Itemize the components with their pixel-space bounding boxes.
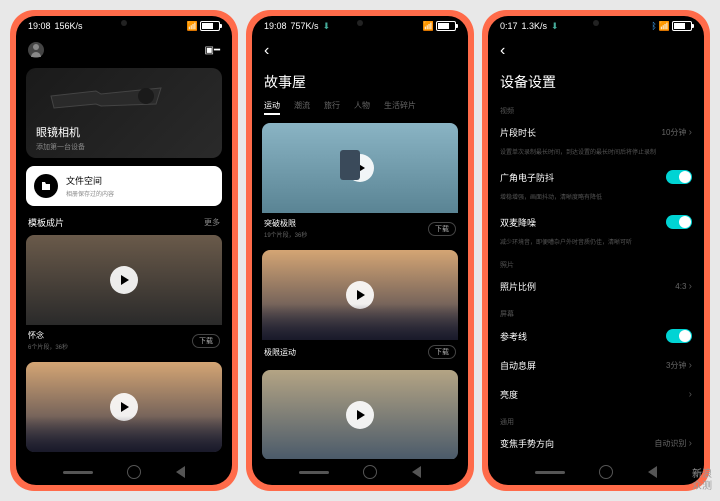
phone-2: 19:08 757K/s ⬇ 📶 ‹ 故事屋 运动 潮流 旅行 人物 生活碎片 突破… (246, 10, 474, 491)
toggle-on[interactable] (666, 170, 692, 184)
status-speed: 1.3K/s (522, 21, 548, 31)
nav-bar (252, 459, 468, 485)
tab-travel[interactable]: 旅行 (324, 100, 340, 111)
video-title: 突破极限 (264, 218, 307, 229)
video-title: 极限运动 (264, 347, 296, 358)
video-card-2[interactable]: 极限运动 下载 (262, 250, 458, 364)
video-thumbnail (262, 123, 458, 213)
device-hero[interactable]: 眼镜相机 添加第一台设备 (26, 68, 222, 158)
file-title: 文件空间 (66, 174, 114, 187)
setting-ratio[interactable]: 照片比例4:3 › (498, 272, 694, 301)
section-general: 通用 (498, 409, 694, 429)
page-title: 故事屋 (264, 72, 456, 92)
status-time: 19:08 (28, 21, 51, 31)
hero-title: 眼镜相机 (36, 124, 80, 140)
video-thumbnail (262, 250, 458, 340)
setting-desc: 设置单次录制最长时间，到达设置的最长时间后将停止录制 (498, 147, 694, 162)
file-subtitle: 相册保存过的内容 (66, 189, 114, 198)
tabs: 运动 潮流 旅行 人物 生活碎片 (262, 100, 458, 111)
battery-icon (200, 21, 220, 31)
setting-stabilization[interactable]: 广角电子防抖 (498, 162, 694, 192)
video-thumbnail (262, 370, 458, 459)
section-title: 模板成片 (28, 216, 64, 229)
status-speed: 156K/s (55, 21, 83, 31)
video-card-1[interactable]: 突破极限19个片段，36秒 下载 (262, 123, 458, 244)
download-button[interactable]: 下载 (192, 334, 220, 348)
section-screen: 屏幕 (498, 301, 694, 321)
tab-life[interactable]: 生活碎片 (384, 100, 416, 111)
download-button[interactable]: 下载 (428, 345, 456, 359)
hero-subtitle: 添加第一台设备 (36, 142, 85, 152)
nav-home[interactable] (599, 465, 613, 479)
notch (94, 16, 154, 30)
notch (566, 16, 626, 30)
setting-desc: 增稳增强，画面抖动，清晰度略有降低 (498, 192, 694, 207)
chevron-right-icon: › (689, 281, 692, 292)
tab-people[interactable]: 人物 (354, 100, 370, 111)
signal-icon: 📶 (187, 21, 198, 32)
play-icon[interactable] (110, 266, 138, 294)
bt-icon: ᛒ (651, 21, 656, 31)
profile-icon[interactable] (28, 42, 44, 58)
setting-brightness[interactable]: 亮度› (498, 380, 694, 409)
status-time: 0:17 (500, 21, 518, 31)
back-button[interactable]: ‹ (500, 42, 505, 60)
setting-desc: 减少环境音，即便嘈杂户外时音质仍佳，清晰可听 (498, 237, 694, 252)
nav-recents[interactable] (63, 471, 93, 474)
toggle-on[interactable] (666, 215, 692, 229)
nav-home[interactable] (127, 465, 141, 479)
nav-recents[interactable] (535, 471, 565, 474)
signal-icon: 📶 (659, 21, 670, 32)
setting-zoom[interactable]: 变焦手势方向自动识别 › (498, 429, 694, 458)
setting-autooff[interactable]: 自动息屏3分钟 › (498, 351, 694, 380)
download-icon: ⬇ (323, 21, 331, 32)
status-time: 19:08 (264, 21, 287, 31)
phone-3: 0:17 1.3K/s⬇ ᛒ📶 ‹ 设备设置 视频 片段时长10分钟 › 设置单次… (482, 10, 710, 491)
toggle-on[interactable] (666, 329, 692, 343)
page-title: 设备设置 (500, 72, 692, 92)
video-title: 怀念 (28, 330, 68, 341)
back-button[interactable]: ‹ (264, 42, 269, 60)
setting-duration[interactable]: 片段时长10分钟 › (498, 118, 694, 147)
battery-icon (672, 21, 692, 31)
video-card-2[interactable] (26, 362, 222, 452)
nav-home[interactable] (363, 465, 377, 479)
download-button[interactable]: 下载 (428, 222, 456, 236)
status-speed: 757K/s (291, 21, 319, 31)
section-video: 视频 (498, 98, 694, 118)
tab-sports[interactable]: 运动 (264, 100, 280, 111)
chevron-right-icon: › (689, 389, 692, 400)
play-icon[interactable] (346, 401, 374, 429)
battery-icon (436, 21, 456, 31)
section-photo: 照片 (498, 252, 694, 272)
setting-guidelines[interactable]: 参考线 (498, 321, 694, 351)
video-card-3[interactable] (262, 370, 458, 459)
nav-recents[interactable] (299, 471, 329, 474)
tab-trend[interactable]: 潮流 (294, 100, 310, 111)
video-thumbnail (26, 235, 222, 325)
video-meta: 19个片段，36秒 (264, 230, 307, 239)
glasses-image (46, 76, 166, 116)
nav-bar (16, 459, 232, 485)
setting-noise[interactable]: 双麦降噪 (498, 207, 694, 237)
more-button[interactable]: 更多 (204, 217, 220, 228)
video-meta: 6个片段，36秒 (28, 342, 68, 351)
download-icon: ⬇ (551, 21, 559, 32)
nav-back[interactable] (412, 466, 421, 478)
nav-back[interactable] (648, 466, 657, 478)
phone-1: 19:08 156K/s 📶 ▣━ 眼镜相机 添加第一台设备 文件空间 相册保存过… (10, 10, 238, 491)
signal-icon: 📶 (423, 21, 434, 32)
chevron-right-icon: › (689, 127, 692, 138)
video-thumbnail (26, 362, 222, 452)
chevron-right-icon: › (689, 438, 692, 449)
camera-mode-icon[interactable]: ▣━ (205, 45, 220, 56)
notch (330, 16, 390, 30)
video-card-1[interactable]: 怀念6个片段，36秒 下载 (26, 235, 222, 356)
chevron-right-icon: › (689, 360, 692, 371)
watermark: 新浪众测 (692, 469, 712, 493)
file-space-card[interactable]: 文件空间 相册保存过的内容 (26, 166, 222, 206)
folder-icon (34, 174, 58, 198)
nav-back[interactable] (176, 466, 185, 478)
nav-bar (488, 459, 704, 485)
